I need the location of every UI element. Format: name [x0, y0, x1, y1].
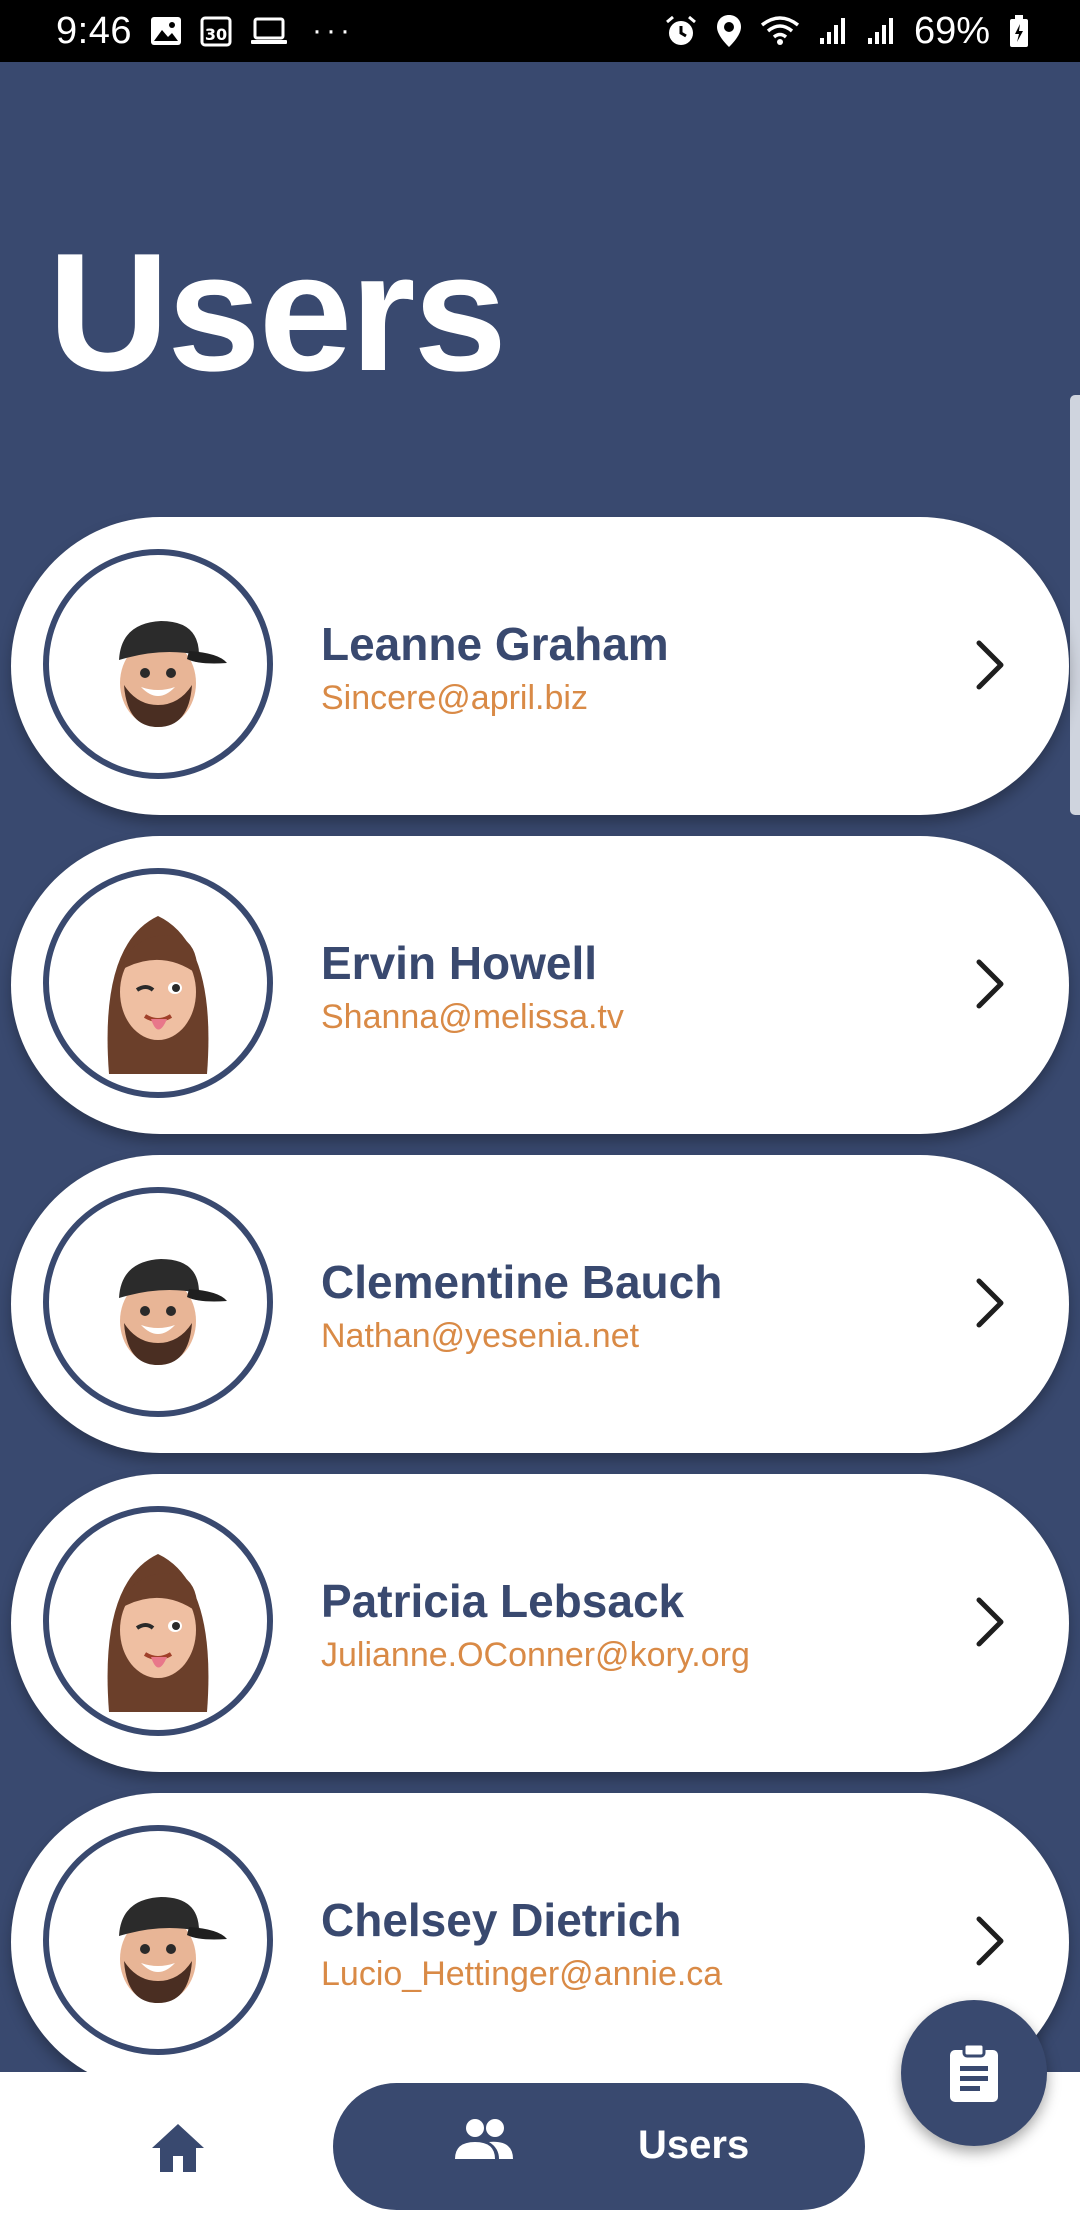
user-card[interactable]: Ervin Howell Shanna@melissa.tv	[11, 836, 1069, 1134]
signal-icon	[866, 16, 896, 46]
scrollbar[interactable]	[1070, 395, 1080, 815]
status-bar: 9:46 30 ··· 69%	[0, 0, 1080, 62]
chevron-right-icon[interactable]	[959, 1911, 1019, 1971]
wifi-icon	[760, 15, 800, 47]
status-time: 9:46	[56, 9, 132, 52]
gallery-icon	[150, 16, 182, 46]
calendar-30-label: 30	[205, 25, 227, 44]
avatar	[43, 1825, 273, 2055]
people-icon	[455, 2119, 513, 2159]
user-email: Nathan@yesenia.net	[321, 1317, 640, 1355]
clipboard-fab-button[interactable]	[901, 2000, 1047, 2146]
status-bar-left: 9:46 30 ···	[56, 10, 354, 53]
memoji-woman-wink-icon	[107, 1554, 209, 1712]
user-email: Sincere@april.biz	[321, 679, 588, 717]
user-card[interactable]: Leanne Graham Sincere@april.biz	[11, 517, 1069, 815]
alarm-icon	[664, 14, 698, 48]
calendar-30-icon: 30	[200, 15, 232, 47]
user-email: Julianne.OConner@kory.org	[321, 1636, 750, 1674]
user-card[interactable]: Patricia Lebsack Julianne.OConner@kory.o…	[11, 1474, 1069, 1772]
avatar	[43, 1506, 273, 1736]
memoji-man-cap-icon	[119, 1897, 227, 2003]
laptop-icon	[250, 16, 288, 46]
user-name: Ervin Howell	[321, 937, 598, 989]
user-name: Chelsey Dietrich	[321, 1894, 682, 1946]
battery-icon	[1008, 14, 1030, 48]
user-email: Lucio_Hettinger@annie.ca	[321, 1955, 723, 1993]
chevron-right-icon[interactable]	[959, 1592, 1019, 1652]
user-card[interactable]: Clementine Bauch Nathan@yesenia.net	[11, 1155, 1069, 1453]
avatar	[43, 1187, 273, 1417]
nav-users-tab[interactable]: Users	[333, 2083, 865, 2210]
memoji-man-cap-icon	[119, 1259, 227, 1365]
clipboard-icon	[950, 2042, 998, 2102]
memoji-woman-wink-icon	[107, 916, 209, 1074]
user-email: Shanna@melissa.tv	[321, 998, 624, 1036]
more-dots-icon: ···	[311, 14, 354, 47]
status-bar-right: 69%	[664, 10, 1030, 53]
chevron-right-icon[interactable]	[959, 1273, 1019, 1333]
home-icon	[152, 2124, 204, 2172]
chevron-right-icon[interactable]	[959, 954, 1019, 1014]
user-name: Leanne Graham	[321, 618, 669, 670]
avatar	[43, 868, 273, 1098]
memoji-man-cap-icon	[119, 621, 227, 727]
user-name: Clementine Bauch	[321, 1256, 723, 1308]
nav-home-button[interactable]	[148, 2118, 208, 2178]
battery-percent: 69%	[913, 9, 990, 52]
nav-users-label: Users	[638, 2123, 750, 2167]
avatar	[43, 549, 273, 779]
location-icon	[716, 14, 742, 48]
chevron-right-icon[interactable]	[959, 635, 1019, 695]
user-name: Patricia Lebsack	[321, 1575, 685, 1627]
signal-icon	[818, 16, 848, 46]
page-title: Users	[48, 218, 507, 406]
